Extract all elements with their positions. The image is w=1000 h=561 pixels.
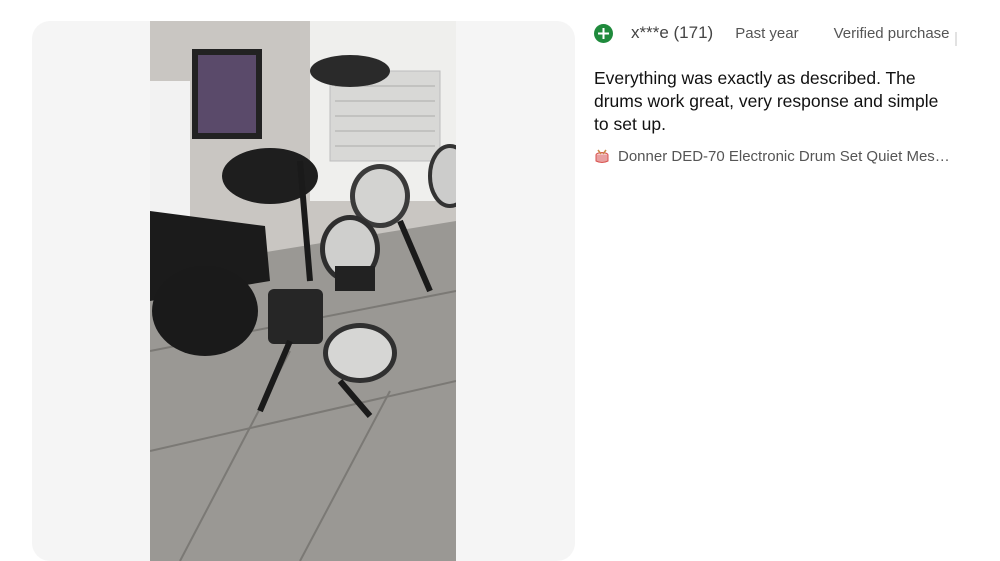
review-photo[interactable] bbox=[150, 21, 456, 561]
scrollbar[interactable] bbox=[955, 32, 957, 46]
reviewer-name[interactable]: x***e (171) bbox=[631, 23, 713, 43]
verified-purchase-badge: Verified purchase bbox=[833, 24, 950, 42]
review-meta: x***e (171) Past year Verified purchase bbox=[594, 18, 964, 48]
review-panel: x***e (171) Past year Verified purchase … bbox=[594, 18, 964, 165]
drum-kit-photo-illustration bbox=[150, 21, 456, 561]
drum-icon bbox=[594, 149, 610, 165]
review-date: Past year bbox=[735, 24, 799, 42]
plus-circle-icon[interactable] bbox=[594, 23, 613, 43]
review-media-card[interactable] bbox=[32, 21, 575, 561]
product-link[interactable]: Donner DED-70 Electronic Drum Set Quiet … bbox=[594, 148, 964, 165]
product-name[interactable]: Donner DED-70 Electronic Drum Set Quiet … bbox=[618, 148, 952, 165]
review-text: Everything was exactly as described. The… bbox=[594, 68, 939, 134]
